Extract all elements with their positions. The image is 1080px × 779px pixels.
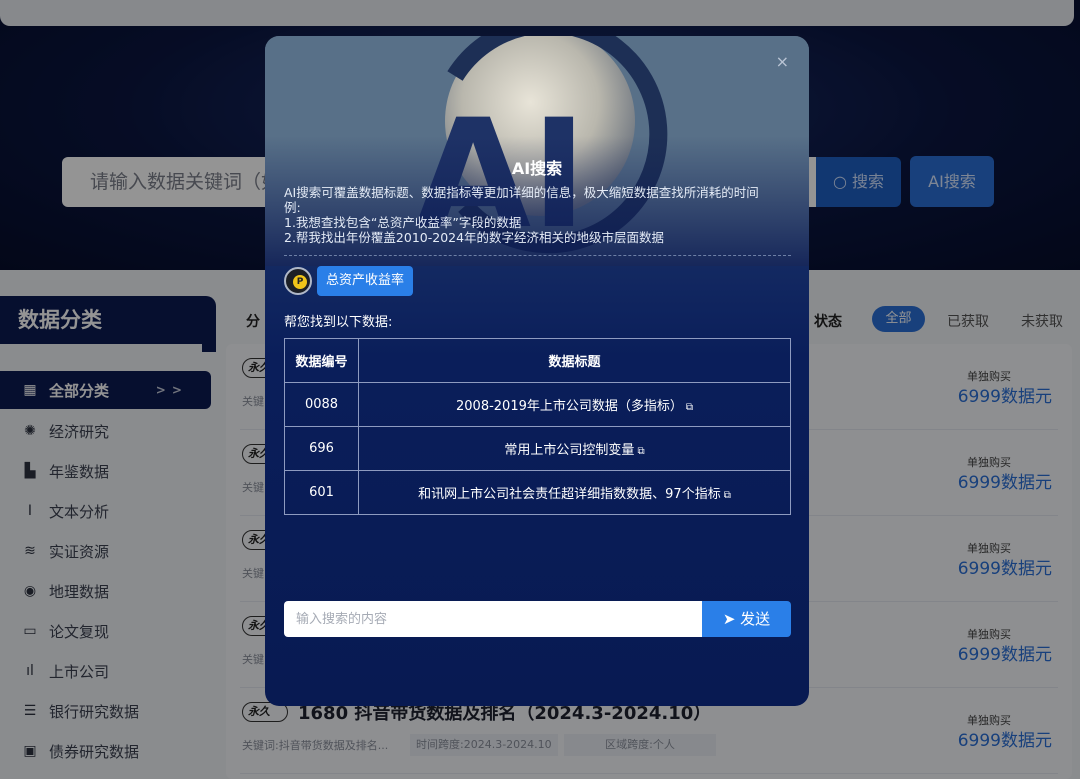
user-query-bubble: 总资产收益率 [317, 266, 414, 296]
dataset-title-cell[interactable]: 2008-2019年上市公司数据（多指标） ⧉ [358, 382, 791, 427]
ai-search-dialog: AI × AI搜索 AI搜索可覆盖数据标题、数据指标等更加详细的信息，极大缩短数… [265, 36, 809, 706]
send-button[interactable]: ➤ 发送 [702, 601, 791, 637]
send-icon: ➤ [722, 610, 741, 628]
chat-input-row: ➤ 发送 [284, 601, 791, 637]
dataset-title-cell[interactable]: 和讯网上市公司社会责任超详细指数数据、97个指标 ⧉ [358, 470, 791, 515]
col-header-title: 数据标题 [358, 338, 791, 383]
col-header-id: 数据编号 [284, 338, 359, 383]
avatar: P [284, 267, 312, 295]
dataset-title-link[interactable]: 2008-2019年上市公司数据（多指标） [456, 399, 683, 414]
dataset-title-link[interactable]: 常用上市公司控制变量 [504, 443, 634, 458]
dataset-title-link[interactable]: 和讯网上市公司社会责任超详细指数数据、97个指标 [418, 487, 721, 502]
table-row[interactable]: 601 和讯网上市公司社会责任超详细指数数据、97个指标 ⧉ [284, 470, 791, 515]
desc-line: 1.我想查找包含“总资产收益率”字段的数据 [284, 215, 522, 230]
dialog-title: AI搜索 [511, 159, 563, 178]
dataset-id-cell: 696 [284, 426, 359, 471]
external-link-icon[interactable]: ⧉ [637, 446, 644, 457]
table-row[interactable]: 0088 2008-2019年上市公司数据（多指标） ⧉ [284, 382, 791, 427]
results-intro: 帮您找到以下数据: [284, 315, 393, 330]
dialog-description: AI搜索可覆盖数据标题、数据指标等更加详细的信息，极大缩短数据查找所消耗的时间 … [284, 185, 794, 245]
dataset-title-cell[interactable]: 常用上市公司控制变量 ⧉ [358, 426, 791, 471]
ai-query-input[interactable] [284, 601, 704, 637]
table-header-row: 数据编号 数据标题 [284, 338, 791, 383]
table-row[interactable]: 696 常用上市公司控制变量 ⧉ [284, 426, 791, 471]
desc-line: 例: [284, 200, 301, 215]
desc-line: 2.帮我找出年份覆盖2010-2024年的数字经济相关的地级市层面数据 [284, 230, 665, 245]
results-table: 数据编号 数据标题 0088 2008-2019年上市公司数据（多指标） ⧉ 696 常… [284, 338, 791, 515]
divider [284, 255, 791, 256]
external-link-icon[interactable]: ⧉ [686, 402, 693, 413]
desc-line: AI搜索可覆盖数据标题、数据指标等更加详细的信息，极大缩短数据查找所消耗的时间 [284, 185, 759, 200]
dataset-id-cell: 0088 [284, 382, 359, 427]
close-icon[interactable]: × [776, 52, 789, 71]
dataset-id-cell: 601 [284, 470, 359, 515]
avatar-letter: P [293, 275, 307, 289]
external-link-icon[interactable]: ⧉ [724, 490, 731, 501]
